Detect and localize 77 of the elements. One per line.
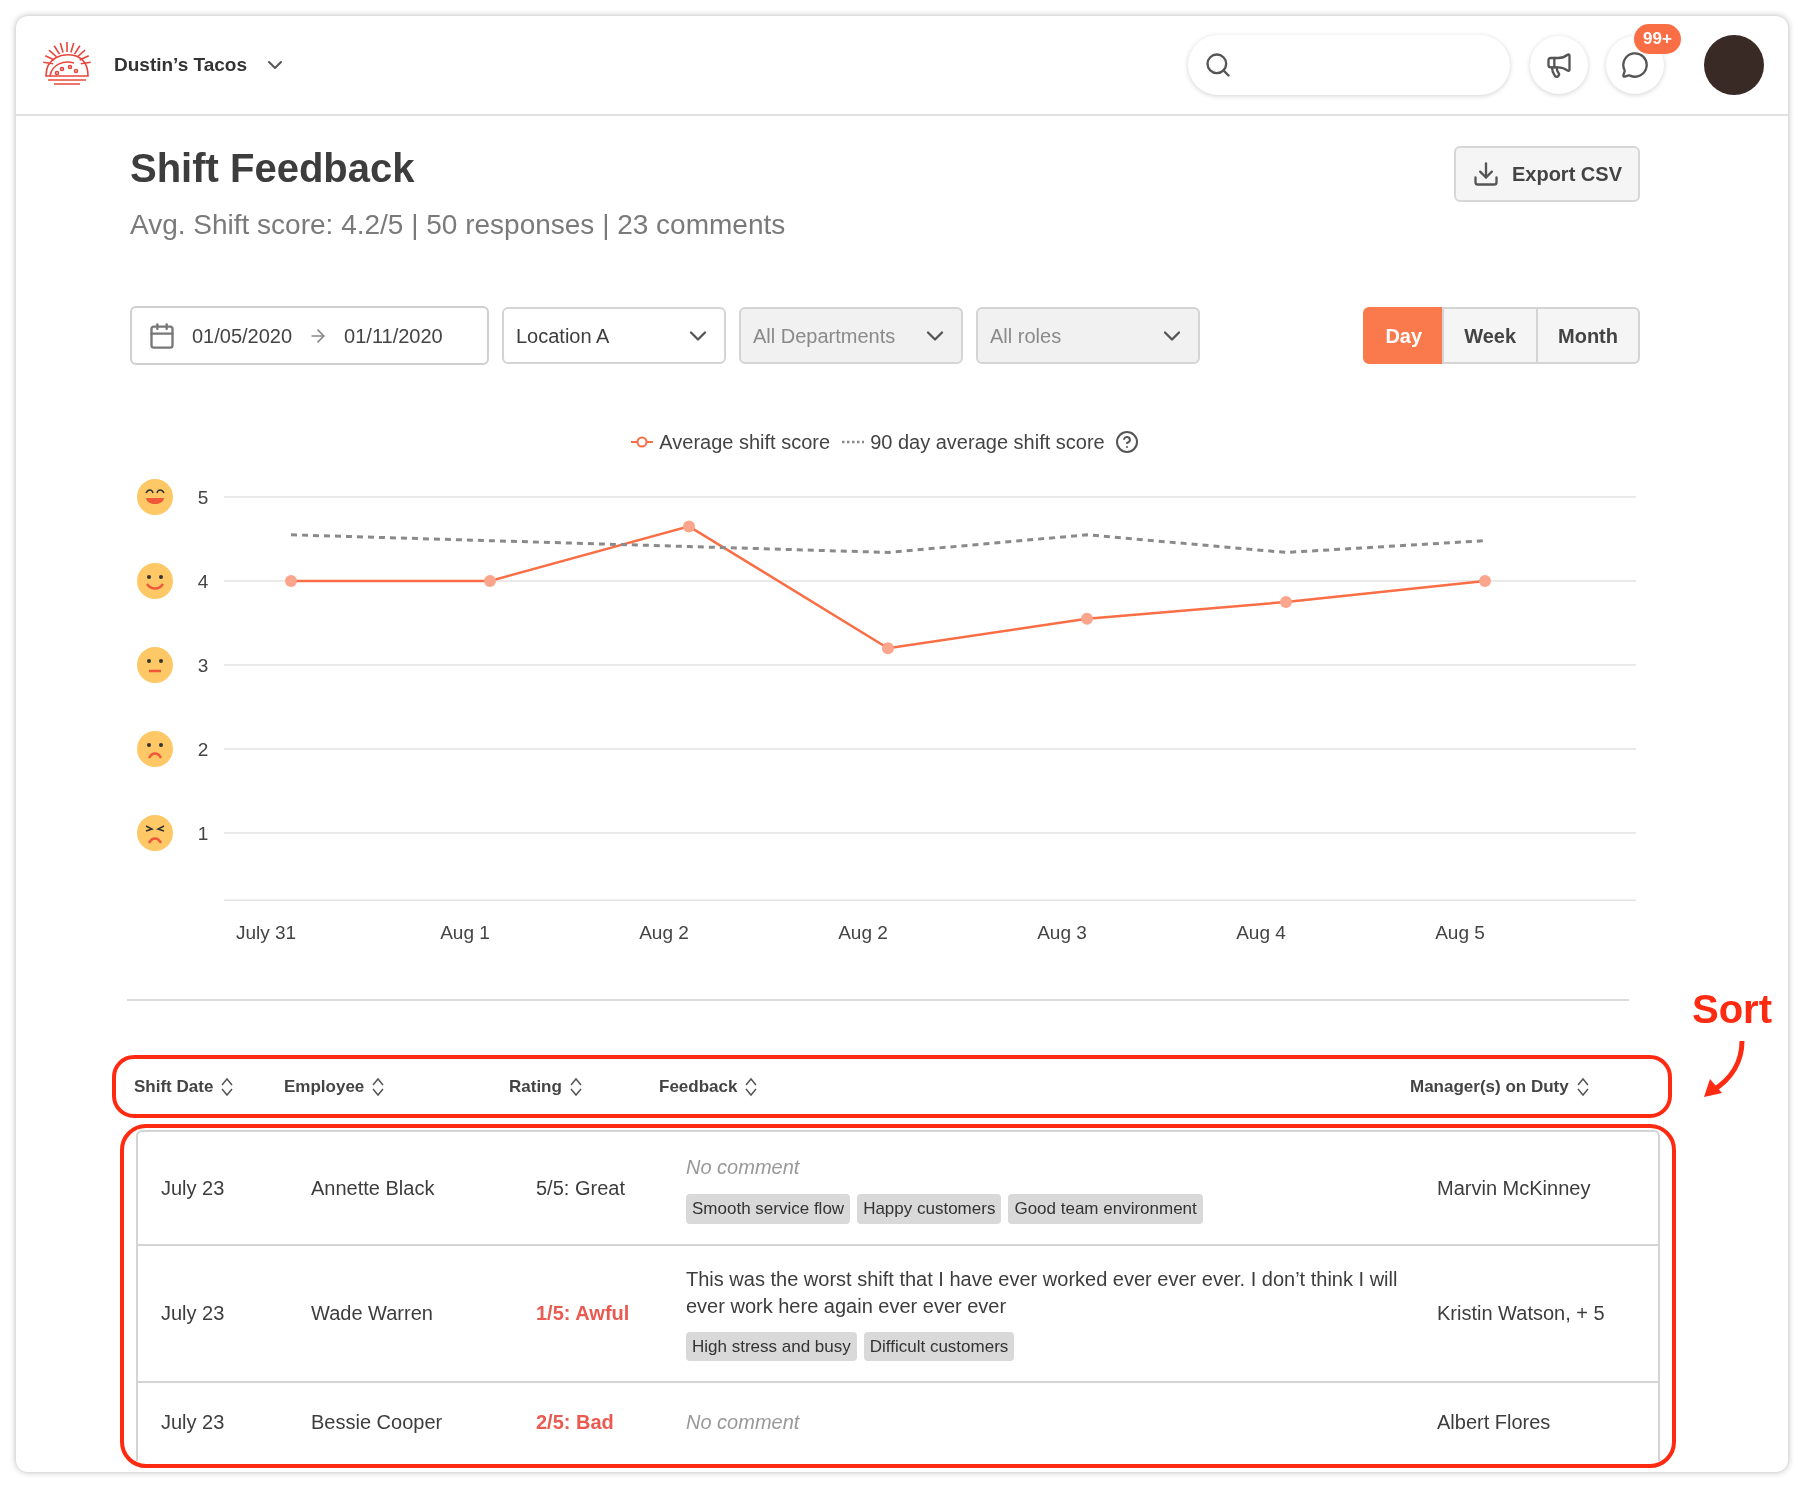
summary-text: Avg. Shift score: 4.2/5 | 50 responses | 23 comments: [130, 208, 786, 242]
x-tick-label: Aug 5: [1435, 922, 1485, 943]
data-point: [683, 520, 695, 533]
neutral-face-icon: [137, 647, 173, 683]
feedback-tag: Smooth service flow: [686, 1194, 851, 1224]
rating-text: 2/5: Bad: [536, 1410, 615, 1435]
column-header[interactable]: Employee: [284, 1073, 509, 1100]
page-title: Shift Feedback: [130, 145, 416, 192]
chat-bubble-icon: [1621, 51, 1649, 79]
period-tab[interactable]: Week: [1442, 307, 1538, 364]
start-date: 01/05/2020: [192, 323, 293, 349]
table-cell-text: Marvin McKinney: [1437, 1175, 1592, 1201]
feedback-text: This was the worst shift that I have ever worked ever ever ever. I don’t think I will ever work here again ever ever ever: [686, 1266, 1399, 1319]
date-range-field[interactable]: 01/05/2020 01/11/2020: [130, 306, 489, 365]
search-icon: [1204, 51, 1232, 79]
sort-icon: [221, 1076, 234, 1097]
table-cell-text: Annette Black: [311, 1175, 436, 1201]
export-button[interactable]: Export CSV: [1453, 146, 1640, 202]
x-tick-label: Aug 3: [1037, 922, 1087, 943]
legend-label: Average shift score: [659, 430, 831, 455]
y-tick-label: 3: [197, 655, 209, 676]
legend-dotted-line-icon: [842, 439, 865, 445]
download-icon: [1471, 160, 1500, 188]
table-cell-text: Kristin Watson, + 5: [1437, 1301, 1606, 1327]
data-point: [882, 642, 894, 655]
x-tick-label: Aug 2: [639, 922, 689, 943]
sort-icon: [569, 1076, 582, 1097]
table-cell-text: July 23: [161, 1301, 226, 1327]
laughing-face-icon: [137, 479, 173, 515]
table-cell-text: Albert Flores: [1437, 1410, 1552, 1435]
column-header[interactable]: Shift Date: [134, 1073, 284, 1100]
y-tick-label: 5: [197, 487, 209, 508]
x-tick-label: Aug 2: [838, 922, 888, 943]
feedback-text: No comment: [686, 1155, 801, 1180]
column-header[interactable]: Feedback: [659, 1073, 1410, 1100]
calendar-icon: [148, 321, 176, 350]
sort-icon: [745, 1076, 758, 1097]
business-name[interactable]: Dustin’s Tacos: [114, 50, 248, 80]
angry-face-icon: [137, 815, 173, 851]
avatar[interactable]: [1704, 35, 1764, 95]
table-cell-text: Wade Warren: [311, 1301, 434, 1327]
annotation-label: Sort: [1692, 986, 1772, 1033]
column-header[interactable]: Rating: [509, 1073, 659, 1100]
table-cell-text: July 23: [161, 1175, 226, 1201]
x-tick-label: July 31: [235, 922, 297, 943]
data-point: [285, 575, 297, 587]
y-tick-label: 2: [197, 739, 209, 760]
legend-label: 90 day average shift score: [870, 430, 1105, 455]
feedback-tag: Happy customers: [857, 1194, 1002, 1224]
y-tick-label: 4: [197, 571, 209, 592]
feedback-tag: Good team environment: [1008, 1194, 1203, 1224]
x-tick-label: Aug 1: [440, 922, 490, 943]
end-date: 01/11/2020: [344, 323, 443, 349]
sad-face-icon: [137, 731, 173, 767]
smiling-face-icon: [137, 563, 173, 599]
legend-line-marker-icon: [631, 436, 654, 448]
filter-dropdown[interactable]: Location A: [502, 307, 726, 364]
period-tab[interactable]: Month: [1536, 307, 1640, 364]
y-tick-label: 1: [197, 823, 209, 844]
feedback-tag: High stress and busy: [686, 1331, 857, 1361]
megaphone-icon: [1545, 51, 1573, 79]
feedback-tag: Difficult customers: [863, 1331, 1015, 1361]
data-point: [1081, 612, 1093, 625]
sort-icon: [372, 1076, 385, 1097]
column-header[interactable]: Manager(s) on Duty: [1410, 1073, 1668, 1100]
x-tick-label: Aug 4: [1236, 922, 1286, 943]
table-cell-text: Bessie Cooper: [311, 1410, 444, 1435]
data-point: [484, 575, 496, 587]
notification-badge: 99+: [1634, 24, 1681, 54]
data-point: [1479, 575, 1491, 587]
sort-icon: [1576, 1076, 1589, 1097]
help-icon[interactable]: [1114, 430, 1139, 454]
data-point: [1280, 596, 1292, 608]
table-cell-text: July 23: [161, 1410, 226, 1435]
rating-text: 5/5: Great: [536, 1175, 626, 1201]
feedback-text: No comment: [686, 1410, 801, 1435]
rating-text: 1/5: Awful: [536, 1301, 631, 1327]
